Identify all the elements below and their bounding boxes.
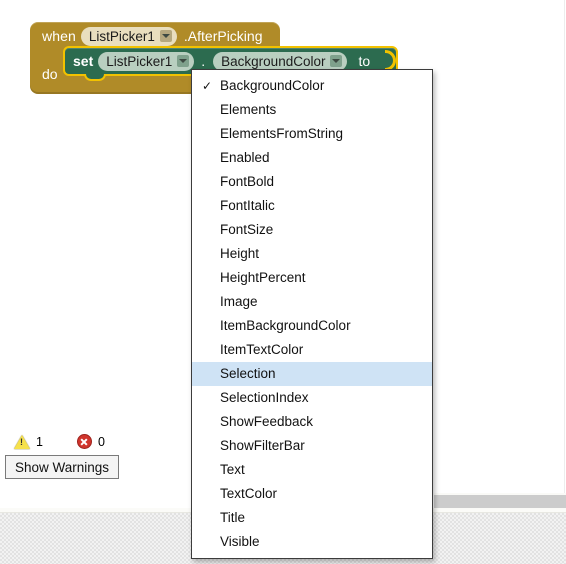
menu-item-showfilterbar[interactable]: ShowFilterBar [192,434,432,458]
menu-item-enabled[interactable]: Enabled [192,146,432,170]
menu-item-label: Image [220,294,258,309]
menu-item-label: SelectionIndex [220,390,309,405]
event-component-dropdown[interactable]: ListPicker1 [80,26,177,46]
set-keyword: set [73,53,94,69]
menu-item-label: Title [220,510,246,525]
setter-component-dropdown[interactable]: ListPicker1 [98,51,195,71]
menu-item-label: Elements [220,102,277,117]
menu-item-label: FontBold [220,174,275,189]
menu-item-elementsfromstring[interactable]: ElementsFromString [192,122,432,146]
setter-dot-separator: . [201,53,206,69]
canvas-right-edge [564,0,565,512]
menu-item-label: ShowFilterBar [220,438,305,453]
menu-item-label: Enabled [220,150,270,165]
menu-item-label: Selection [220,366,276,381]
menu-item-selectionindex[interactable]: SelectionIndex [192,386,432,410]
do-keyword: do [42,66,58,82]
menu-item-text[interactable]: Text [192,458,432,482]
menu-item-label: HeightPercent [220,270,306,285]
menu-item-itembackgroundcolor[interactable]: ItemBackgroundColor [192,314,432,338]
menu-item-title[interactable]: Title [192,506,432,530]
event-component-label: ListPicker1 [88,28,155,44]
event-name-label: .AfterPicking [183,28,263,44]
warning-count: 1 [36,434,43,449]
menu-item-label: Visible [220,534,260,549]
menu-item-label: TextColor [220,486,278,501]
horizontal-scrollbar-thumb[interactable] [434,495,566,508]
menu-item-elements[interactable]: Elements [192,98,432,122]
menu-item-selection[interactable]: Selection [192,362,432,386]
menu-item-heightpercent[interactable]: HeightPercent [192,266,432,290]
menu-item-visible[interactable]: Visible [192,530,432,554]
menu-item-label: FontSize [220,222,274,237]
show-warnings-button[interactable]: Show Warnings [5,455,119,479]
menu-item-label: FontItalic [220,198,275,213]
menu-item-label: Text [220,462,245,477]
menu-item-label: ShowFeedback [220,414,314,429]
warning-triangle-icon [14,434,30,449]
error-circle-icon [76,434,92,449]
menu-item-fontsize[interactable]: FontSize [192,218,432,242]
setter-component-label: ListPicker1 [106,53,173,69]
menu-item-label: ElementsFromString [220,126,344,141]
menu-item-label: BackgroundColor [220,78,325,93]
when-keyword: when [42,28,76,44]
checkmark-icon: ✓ [201,79,213,93]
chevron-down-icon [177,55,190,67]
setter-property-label: BackgroundColor [221,53,326,69]
menu-item-fontitalic[interactable]: FontItalic [192,194,432,218]
menu-item-label: ItemTextColor [220,342,304,357]
menu-item-label: Height [220,246,260,261]
menu-item-height[interactable]: Height [192,242,432,266]
error-count: 0 [97,434,105,449]
menu-item-image[interactable]: Image [192,290,432,314]
menu-item-itemtextcolor[interactable]: ItemTextColor [192,338,432,362]
menu-item-label: ItemBackgroundColor [220,318,351,333]
chevron-down-icon [330,55,343,67]
setter-block-bottom-notch [84,74,106,81]
property-dropdown-menu[interactable]: ✓ BackgroundColor Elements ElementsFromStri… [191,69,433,559]
to-keyword: to [358,53,371,69]
setter-property-dropdown[interactable]: BackgroundColor [213,51,348,71]
warnings-errors-indicator: 1 0 [14,434,105,449]
chevron-down-icon [159,30,172,42]
menu-item-fontbold[interactable]: FontBold [192,170,432,194]
menu-item-textcolor[interactable]: TextColor [192,482,432,506]
menu-item-showfeedback[interactable]: ShowFeedback [192,410,432,434]
menu-item-backgroundcolor[interactable]: ✓ BackgroundColor [192,74,432,98]
